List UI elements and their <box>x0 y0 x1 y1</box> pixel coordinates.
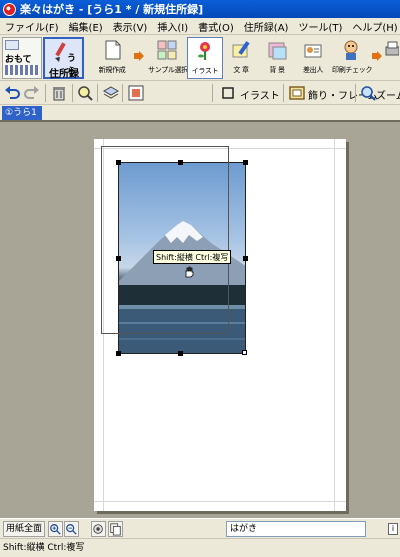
hand-cursor-icon <box>185 266 194 278</box>
sample-select-label: サンプル選択 <box>148 66 188 74</box>
edit-toolbar: イラスト 飾り・フレーム ズーム・ <box>0 81 400 105</box>
zoom-label[interactable]: ズーム・ <box>376 87 400 102</box>
print-check-button[interactable]: 印刷チェック <box>332 37 373 79</box>
magnify-icon[interactable] <box>76 84 94 102</box>
menu-insert[interactable]: 挿入(I) <box>152 19 193 34</box>
background-button[interactable]: 背 景 <box>262 37 292 79</box>
address-book-label: 住所録 <box>49 69 79 80</box>
resize-handle-right[interactable] <box>243 256 248 261</box>
image-frame-icon[interactable] <box>127 84 145 102</box>
menu-file[interactable]: ファイル(F) <box>0 19 64 34</box>
title-bar: 楽々はがき - [うら1 * / 新規住所録] <box>0 0 400 18</box>
info-icon[interactable]: i <box>388 523 398 535</box>
zoom-icon[interactable] <box>359 84 377 102</box>
zoom-in-icon[interactable] <box>48 521 63 537</box>
arrow-right-icon <box>372 51 382 61</box>
new-document-icon <box>105 40 121 60</box>
margin-guide <box>94 501 346 502</box>
document-tabs: ①うら1 <box>0 105 400 120</box>
text-label: 文 章 <box>233 66 249 74</box>
resize-handle-bottom-right[interactable] <box>242 350 247 355</box>
text-button[interactable]: 文 章 <box>226 37 256 79</box>
menu-help[interactable]: ヘルプ(H) <box>347 19 400 34</box>
resize-handle-bottom-left[interactable] <box>116 351 121 356</box>
frame-icon[interactable] <box>288 84 306 102</box>
printer-icon <box>385 41 399 56</box>
status-text: Shift:縦横 Ctrl:複写 <box>3 543 85 553</box>
sender-button[interactable]: 差出人 <box>298 37 328 79</box>
resize-handle-left[interactable] <box>116 256 121 261</box>
window-title: 楽々はがき - [うら1 * / 新規住所録] <box>20 3 204 16</box>
menu-tools[interactable]: ツール(T) <box>293 19 347 34</box>
background-icon <box>268 42 287 60</box>
background-label: 背 景 <box>269 66 285 74</box>
main-toolbar: おもて うら 住所録 新規作成 サンプル選択 イラスト 文 章 背 景 差出人 … <box>0 35 400 81</box>
divider <box>355 84 356 102</box>
omote-label: おもて <box>5 55 32 65</box>
resize-handle-top-left[interactable] <box>116 160 121 165</box>
redo-icon[interactable] <box>23 84 41 102</box>
bottom-toolbar: 用紙全面 はがき i <box>0 518 400 538</box>
illust-button[interactable]: イラスト <box>187 37 223 79</box>
status-bar: Shift:縦横 Ctrl:複写 <box>0 538 400 557</box>
menu-view[interactable]: 表示(V) <box>108 19 153 34</box>
canvas-tooltip: Shift:縦横 Ctrl:複写 <box>153 250 232 264</box>
arrow-right-icon <box>134 51 144 61</box>
illust-mode-label[interactable]: イラスト <box>240 87 280 102</box>
divider <box>212 84 213 102</box>
copy-page-icon[interactable] <box>108 521 123 537</box>
menu-edit[interactable]: 編集(E) <box>64 19 108 34</box>
person-icon <box>344 40 358 60</box>
pen-icon <box>55 42 66 62</box>
print-check-label: 印刷チェック <box>332 66 373 74</box>
illust-label: イラスト <box>191 67 219 75</box>
resize-handle-top[interactable] <box>178 160 183 165</box>
sender-label: 差出人 <box>302 66 324 74</box>
resize-handle-top-right[interactable] <box>243 160 248 165</box>
menu-format[interactable]: 書式(O) <box>193 19 239 34</box>
divider <box>45 84 46 102</box>
divider <box>283 84 284 102</box>
divider <box>72 84 73 102</box>
ura-button[interactable]: うら 住所録 <box>43 37 84 80</box>
print-preview-icon[interactable] <box>91 521 106 537</box>
omote-button[interactable]: おもて <box>2 37 42 79</box>
sample-grid-icon <box>157 40 177 60</box>
menu-bar: ファイル(F) 編集(E) 表示(V) 挿入(I) 書式(O) 住所録(A) ツ… <box>0 18 400 35</box>
print-button[interactable] <box>384 37 400 79</box>
layers-icon[interactable] <box>102 84 120 102</box>
card-front-icon <box>5 40 19 50</box>
flower-icon <box>198 42 210 60</box>
sender-card-icon <box>304 44 322 58</box>
address-strip-icon <box>5 65 39 75</box>
zoom-out-icon[interactable] <box>64 521 79 537</box>
side-toggle: おもて うら 住所録 <box>2 37 84 80</box>
select-frame-icon[interactable] <box>219 84 237 102</box>
app-icon[interactable] <box>3 2 16 16</box>
tab-ura1[interactable]: ①うら1 <box>2 106 42 120</box>
paper-type-field[interactable]: はがき <box>226 521 366 537</box>
menu-address[interactable]: 住所録(A) <box>239 19 294 34</box>
divider <box>97 84 98 102</box>
divider <box>122 84 123 102</box>
new-button[interactable]: 新規作成 <box>92 37 132 79</box>
trash-icon[interactable] <box>50 84 68 102</box>
text-pen-icon <box>232 41 250 58</box>
previous-frame-outline <box>101 146 229 334</box>
sample-select-button[interactable]: サンプル選択 <box>148 37 188 79</box>
margin-guide <box>334 139 335 511</box>
new-label: 新規作成 <box>98 66 126 74</box>
fit-page-button[interactable]: 用紙全面 <box>3 521 46 537</box>
resize-handle-bottom[interactable] <box>178 351 183 356</box>
undo-icon[interactable] <box>3 84 21 102</box>
